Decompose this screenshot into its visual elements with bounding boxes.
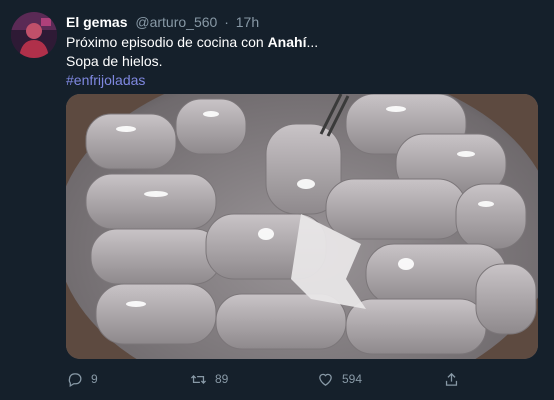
reply-icon (68, 372, 82, 387)
text-prefix: Próximo episodio de cocina con (66, 34, 268, 50)
like-button[interactable]: 594 (317, 368, 362, 390)
retweet-icon (190, 374, 207, 384)
avatar[interactable] (11, 12, 57, 58)
tweet-actions: 9 89 594 (66, 368, 486, 390)
tweet-text: Próximo episodio de cocina con Anahí... … (66, 33, 318, 90)
hashtag-link[interactable]: #enfrijoladas (66, 71, 318, 90)
share-button[interactable] (443, 368, 460, 390)
tweet-header: El gemas @arturo_560 · 17h (66, 13, 259, 31)
text-bold: Anahí (267, 34, 307, 50)
like-count: 594 (342, 372, 363, 386)
text-suffix: ... (306, 34, 319, 50)
tweet-line-2: Sopa de hielos. (66, 53, 163, 69)
retweet-count: 89 (215, 372, 229, 386)
separator: · (224, 14, 229, 30)
tweet-line-1: Próximo episodio de cocina con Anahí... (66, 33, 318, 52)
tweet[interactable]: El gemas @arturo_560 · 17h Próximo episo… (0, 0, 554, 400)
reply-button[interactable]: 9 (66, 368, 98, 390)
display-name[interactable]: El gemas (66, 14, 127, 30)
timestamp[interactable]: 17h (236, 14, 259, 30)
handle[interactable]: @arturo_560 (135, 14, 217, 30)
retweet-button[interactable]: 89 (190, 368, 228, 390)
like-icon (319, 373, 332, 386)
tweet-image[interactable] (66, 94, 538, 359)
reply-count: 9 (91, 372, 98, 386)
share-icon (445, 372, 458, 386)
